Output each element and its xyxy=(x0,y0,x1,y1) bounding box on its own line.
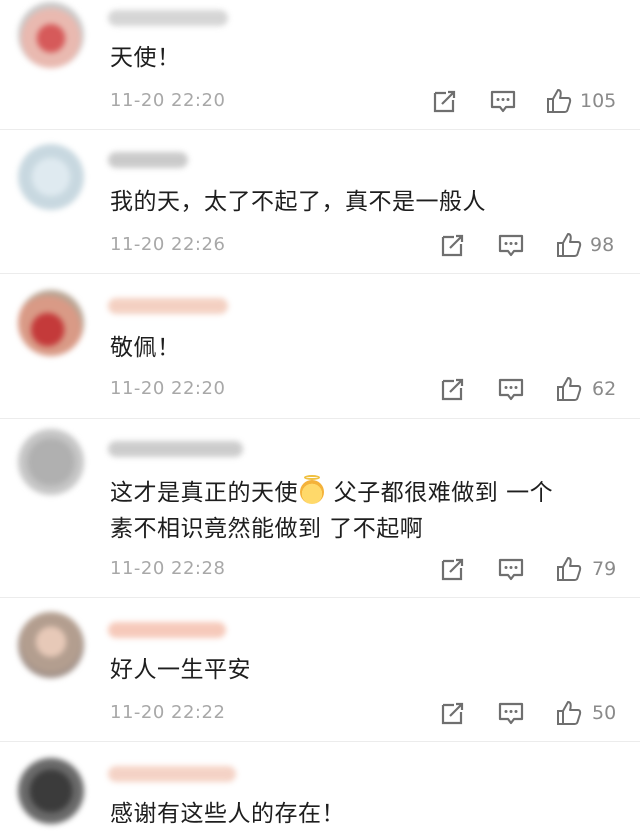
comment-text: 这才是真正的天使 父子都很难做到 一个 xyxy=(110,475,553,511)
username-blurred[interactable] xyxy=(108,298,228,314)
comment-meta: 11-20 22:28 79 xyxy=(110,554,620,586)
like-count: 98 xyxy=(590,234,615,256)
username-blurred[interactable] xyxy=(108,622,226,638)
username-blurred[interactable] xyxy=(108,10,228,26)
avatar[interactable] xyxy=(18,2,84,68)
avatar[interactable] xyxy=(18,429,84,495)
like-icon[interactable] xyxy=(556,556,582,582)
share-icon[interactable] xyxy=(440,376,466,402)
comment-text: 我的天，太了不起了，真不是一般人 xyxy=(110,189,486,215)
angel-emoji-icon xyxy=(300,475,324,504)
comment-text: 天使！ xyxy=(110,45,181,71)
like-count: 50 xyxy=(592,702,617,724)
like-icon[interactable] xyxy=(556,700,582,726)
comment-item: 敬佩！ 11-20 22:20 62 xyxy=(0,274,640,419)
comment-item: 感谢有这些人的存在！ xyxy=(0,742,640,840)
comment-item: 我的天，太了不起了，真不是一般人 11-20 22:26 98 xyxy=(0,130,640,274)
username-blurred[interactable] xyxy=(108,441,243,457)
comment-text-part: 父子都很难做到 一个 xyxy=(326,480,554,506)
reply-icon[interactable] xyxy=(498,376,524,402)
avatar[interactable] xyxy=(18,290,84,356)
share-icon[interactable] xyxy=(440,700,466,726)
like-icon[interactable] xyxy=(556,232,582,258)
share-icon[interactable] xyxy=(440,232,466,258)
username-blurred[interactable] xyxy=(108,152,188,168)
like-count: 62 xyxy=(592,378,617,400)
comment-text-line2: 素不相识竟然能做到 了不起啊 xyxy=(110,516,424,542)
comment-text: 敬佩！ xyxy=(110,335,181,361)
reply-icon[interactable] xyxy=(498,556,524,582)
comment-meta: 11-20 22:20 62 xyxy=(110,374,620,406)
comment-text: 感谢有这些人的存在！ xyxy=(110,801,345,827)
comment-meta: 11-20 22:22 50 xyxy=(110,698,620,730)
avatar[interactable] xyxy=(18,612,84,678)
share-icon[interactable] xyxy=(440,556,466,582)
avatar[interactable] xyxy=(18,758,84,824)
timestamp: 11-20 22:20 xyxy=(110,90,226,111)
comment-item: 天使！ 11-20 22:20 105 xyxy=(0,0,640,130)
reply-icon[interactable] xyxy=(498,232,524,258)
like-icon[interactable] xyxy=(546,88,572,114)
share-icon[interactable] xyxy=(432,88,458,114)
timestamp: 11-20 22:22 xyxy=(110,702,226,723)
comment-item: 好人一生平安 11-20 22:22 50 xyxy=(0,598,640,742)
comment-text-part: 这才是真正的天使 xyxy=(110,480,298,506)
like-count: 79 xyxy=(592,558,617,580)
reply-icon[interactable] xyxy=(498,700,524,726)
username-blurred[interactable] xyxy=(108,766,236,782)
timestamp: 11-20 22:28 xyxy=(110,558,226,579)
timestamp: 11-20 22:26 xyxy=(110,234,226,255)
reply-icon[interactable] xyxy=(490,88,516,114)
comment-meta: 11-20 22:20 105 xyxy=(110,86,620,118)
comment-item: 这才是真正的天使 父子都很难做到 一个 素不相识竟然能做到 了不起啊 11-20… xyxy=(0,419,640,598)
like-count: 105 xyxy=(580,90,617,112)
timestamp: 11-20 22:20 xyxy=(110,378,226,399)
like-icon[interactable] xyxy=(556,376,582,402)
comment-text: 好人一生平安 xyxy=(110,657,251,683)
comment-meta: 11-20 22:26 98 xyxy=(110,230,620,262)
avatar[interactable] xyxy=(18,144,84,210)
